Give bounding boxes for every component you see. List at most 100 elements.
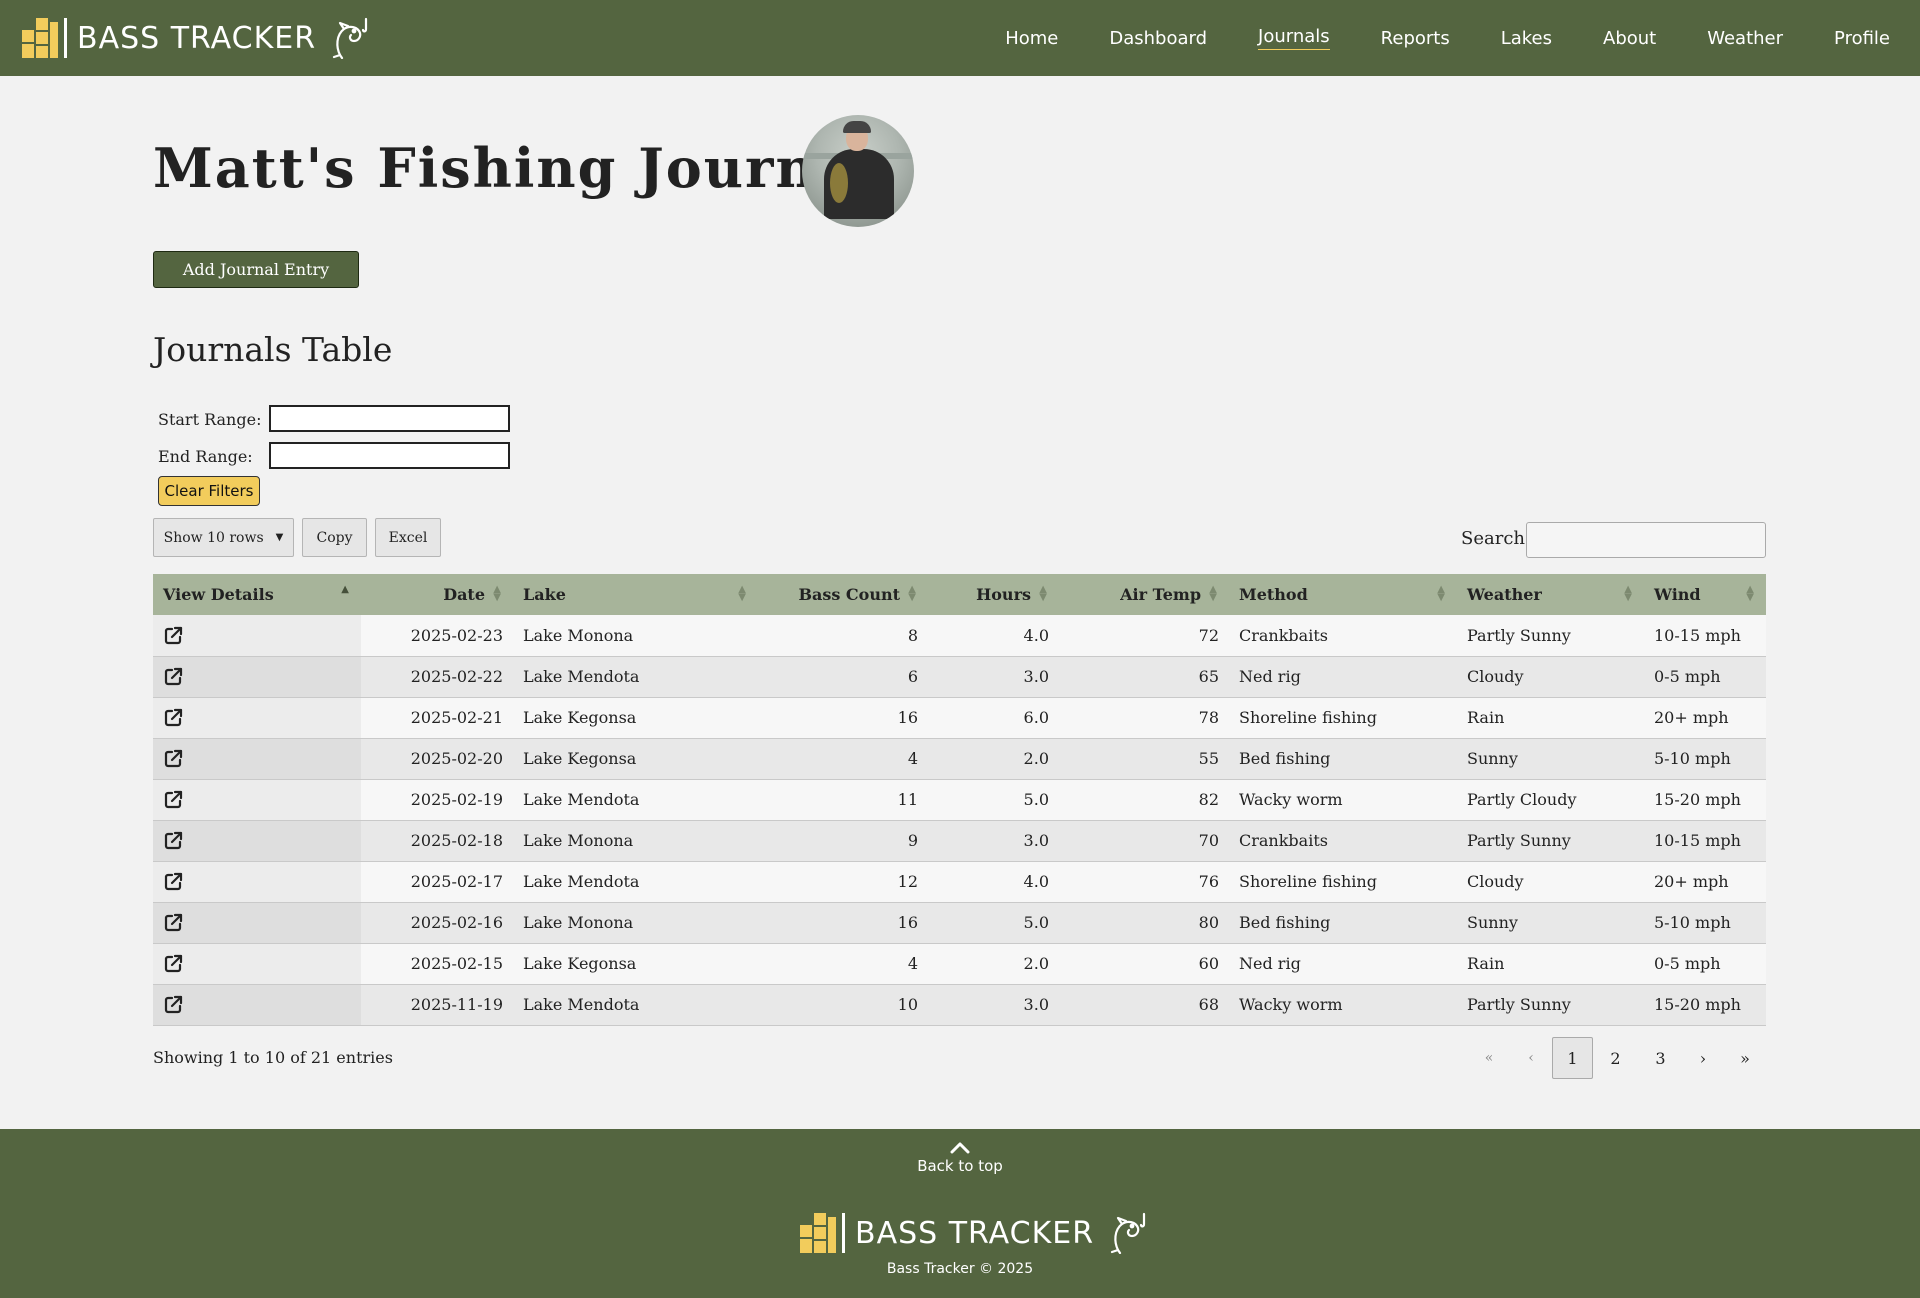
col-view-details[interactable]: View Details ▲: [153, 574, 361, 615]
method-cell: Bed fishing: [1229, 902, 1457, 944]
start-range-input[interactable]: [269, 405, 510, 432]
lake-cell: Lake Monona: [513, 820, 758, 862]
col-method-label: Method: [1239, 585, 1308, 604]
external-link-icon[interactable]: [163, 995, 183, 1015]
table-row: 2025-02-22 Lake Mendota 6 3.0 65 Ned rig Cloud…: [153, 656, 1766, 698]
table-info: Showing 1 to 10 of 21 entries: [153, 1048, 393, 1067]
pagination-page-2[interactable]: 2: [1597, 1037, 1634, 1079]
avatar: [802, 115, 914, 227]
brand-logo[interactable]: BASS TRACKER: [22, 16, 372, 60]
copy-button[interactable]: Copy: [302, 518, 367, 557]
nav-journals[interactable]: Journals: [1258, 26, 1330, 50]
col-air-temp[interactable]: Air Temp ▲ ▼: [1059, 574, 1229, 615]
search-input[interactable]: [1526, 522, 1766, 558]
external-link-icon[interactable]: [163, 708, 183, 728]
col-bass-count[interactable]: Bass Count ▲ ▼: [758, 574, 928, 615]
col-method[interactable]: Method ▲ ▼: [1229, 574, 1457, 615]
sort-icon: ▲ ▼: [908, 584, 916, 603]
hours-cell: 2.0: [928, 943, 1059, 985]
bass-fish-icon: [333, 17, 368, 59]
wind-cell: 20+ mph: [1644, 697, 1766, 739]
pagination-previous[interactable]: ‹: [1513, 1037, 1549, 1079]
nav-menu: Home Dashboard Journals Reports Lakes Ab…: [954, 0, 1890, 76]
excel-button[interactable]: Excel: [375, 518, 441, 557]
nav-weather[interactable]: Weather: [1707, 28, 1783, 49]
show-rows-dropdown[interactable]: Show 10 rows ▼: [153, 518, 294, 557]
table-row: 2025-02-19 Lake Mendota 11 5.0 82 Wacky worm P…: [153, 779, 1766, 821]
col-hours-label: Hours: [976, 585, 1031, 604]
pagination-last[interactable]: »: [1727, 1037, 1763, 1079]
bass-count-cell: 8: [758, 615, 928, 657]
sort-icon: ▲ ▼: [1746, 584, 1754, 603]
external-link-icon[interactable]: [163, 790, 183, 810]
nav-lakes[interactable]: Lakes: [1501, 28, 1552, 49]
lake-cell: Lake Monona: [513, 615, 758, 657]
logo-divider: [842, 1213, 845, 1253]
pagination-page-1[interactable]: 1: [1552, 1037, 1593, 1079]
view-details-cell: [153, 984, 361, 1026]
method-cell: Crankbaits: [1229, 820, 1457, 862]
show-rows-label: Show 10 rows: [163, 529, 264, 546]
external-link-icon[interactable]: [163, 749, 183, 769]
view-details-cell: [153, 697, 361, 739]
external-link-icon[interactable]: [163, 954, 183, 974]
copyright-text: Bass Tracker © 2025: [886, 1261, 1034, 1277]
pagination-next[interactable]: ›: [1685, 1037, 1721, 1079]
brand-name: BASS TRACKER: [77, 20, 317, 56]
back-to-top-link[interactable]: Back to top: [0, 1139, 1920, 1175]
pagination-first[interactable]: «: [1471, 1037, 1507, 1079]
method-cell: Wacky worm: [1229, 779, 1457, 821]
view-details-cell: [153, 656, 361, 698]
nav-profile[interactable]: Profile: [1834, 28, 1890, 49]
nav-home[interactable]: Home: [1005, 28, 1058, 49]
clear-filters-button[interactable]: Clear Filters: [158, 476, 260, 506]
col-date[interactable]: Date ▲ ▼: [361, 574, 513, 615]
bass-count-cell: 11: [758, 779, 928, 821]
lake-cell: Lake Kegonsa: [513, 697, 758, 739]
external-link-icon[interactable]: [163, 831, 183, 851]
external-link-icon[interactable]: [163, 626, 183, 646]
weather-cell: Partly Sunny: [1457, 984, 1644, 1026]
bass-count-cell: 9: [758, 820, 928, 862]
lake-cell: Lake Monona: [513, 902, 758, 944]
bass-count-cell: 4: [758, 738, 928, 780]
col-air-temp-label: Air Temp: [1120, 585, 1201, 604]
external-link-icon[interactable]: [163, 913, 183, 933]
logo-blocks-icon: [800, 1213, 836, 1253]
col-wind[interactable]: Wind ▲ ▼: [1644, 574, 1766, 615]
bass-count-cell: 12: [758, 861, 928, 903]
lake-cell: Lake Mendota: [513, 656, 758, 698]
view-details-cell: [153, 943, 361, 985]
col-bass-count-label: Bass Count: [798, 585, 900, 604]
lake-cell: Lake Kegonsa: [513, 943, 758, 985]
weather-cell: Cloudy: [1457, 861, 1644, 903]
date-cell: 2025-02-22: [361, 656, 513, 698]
sort-icon: ▲ ▼: [1624, 584, 1632, 603]
wind-cell: 15-20 mph: [1644, 779, 1766, 821]
weather-cell: Sunny: [1457, 902, 1644, 944]
external-link-icon[interactable]: [163, 667, 183, 687]
col-view-details-label: View Details: [163, 585, 274, 604]
weather-cell: Partly Sunny: [1457, 820, 1644, 862]
sort-asc-icon: ▲: [341, 584, 349, 595]
method-cell: Crankbaits: [1229, 615, 1457, 657]
col-weather[interactable]: Weather ▲ ▼: [1457, 574, 1644, 615]
method-cell: Shoreline fishing: [1229, 697, 1457, 739]
add-journal-entry-button[interactable]: Add Journal Entry: [153, 251, 359, 288]
nav-dashboard[interactable]: Dashboard: [1109, 28, 1207, 49]
nav-reports[interactable]: Reports: [1381, 28, 1450, 49]
hours-cell: 3.0: [928, 656, 1059, 698]
wind-cell: 5-10 mph: [1644, 902, 1766, 944]
col-lake[interactable]: Lake ▲ ▼: [513, 574, 758, 615]
method-cell: Bed fishing: [1229, 738, 1457, 780]
lake-cell: Lake Mendota: [513, 984, 758, 1026]
col-hours[interactable]: Hours ▲ ▼: [928, 574, 1059, 615]
end-range-input[interactable]: [269, 442, 510, 469]
chevron-up-icon: [950, 1142, 970, 1154]
external-link-icon[interactable]: [163, 872, 183, 892]
logo-divider: [64, 18, 67, 58]
nav-about[interactable]: About: [1603, 28, 1656, 49]
caret-down-icon: ▼: [275, 532, 284, 543]
footer-brand-name: BASS TRACKER: [855, 1215, 1095, 1251]
pagination-page-3[interactable]: 3: [1642, 1037, 1679, 1079]
